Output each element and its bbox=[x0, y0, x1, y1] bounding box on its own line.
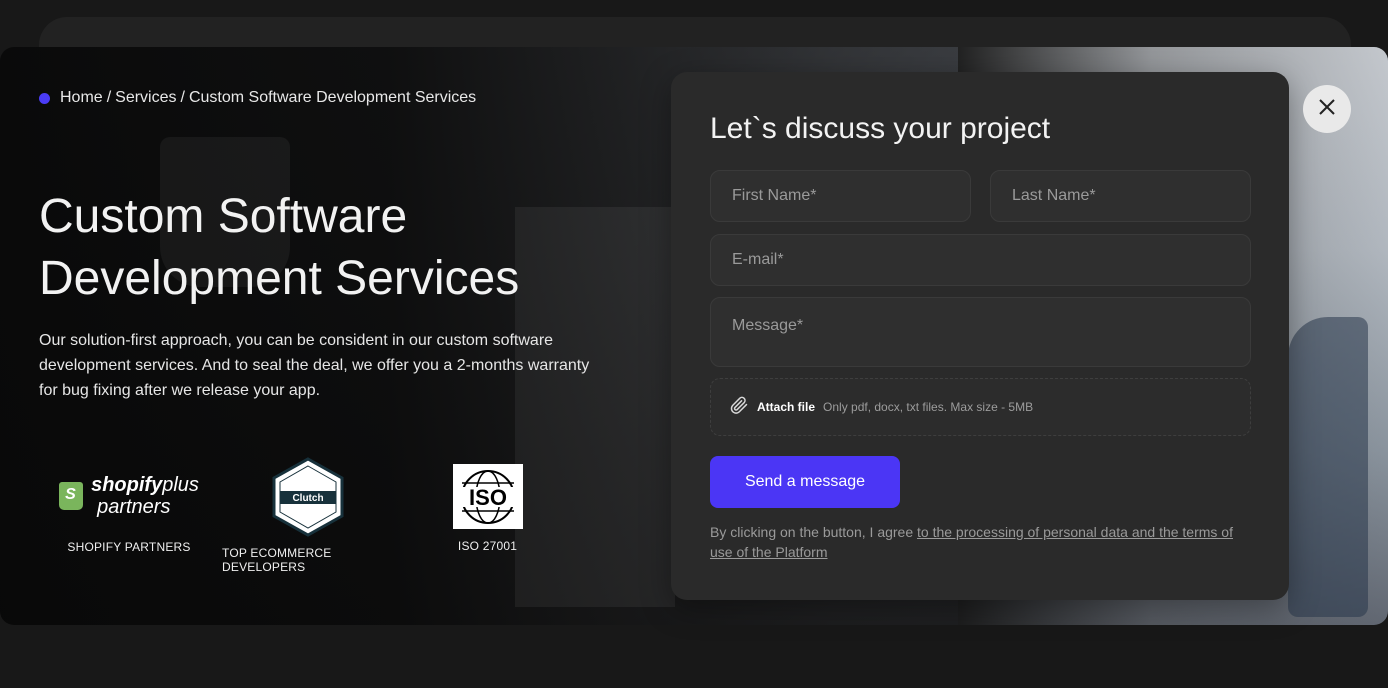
badge-caption: ISO 27001 bbox=[457, 539, 518, 553]
clutch-logo-text: Clutch bbox=[292, 493, 323, 504]
shopify-plus-logo: shopifyplus partners bbox=[59, 460, 199, 532]
dot-icon bbox=[39, 92, 50, 104]
attach-file-label[interactable]: Attach file bbox=[757, 400, 815, 414]
email-input[interactable] bbox=[730, 250, 1231, 270]
close-icon bbox=[1317, 97, 1337, 122]
contact-form-panel: Let`s discuss your project Attach file O… bbox=[671, 72, 1289, 600]
shopify-partners-badge: shopifyplus partners SHOPIFY PARTNERS bbox=[55, 460, 203, 554]
breadcrumb-current: Custom Software Development Services bbox=[188, 89, 477, 106]
email-field[interactable] bbox=[710, 234, 1251, 286]
shopify-plus-text: plus bbox=[162, 474, 199, 496]
page-title-line1: Custom Software bbox=[39, 190, 408, 243]
last-name-input[interactable] bbox=[1010, 186, 1231, 206]
attach-file-hint: Only pdf, docx, txt files. Max size - 5M… bbox=[823, 400, 1034, 414]
send-message-button[interactable]: Send a message bbox=[710, 456, 900, 508]
shopify-bag-icon bbox=[59, 482, 84, 510]
consent-prefix: By clicking on the button, I agree bbox=[710, 524, 918, 540]
badge-caption: TOP ECOMMERCE DEVELOPERS bbox=[222, 546, 332, 574]
message-field[interactable] bbox=[710, 297, 1251, 367]
clutch-logo: Clutch bbox=[271, 456, 345, 538]
iso-logo-text: ISO bbox=[469, 485, 507, 510]
consent-text: By clicking on the button, I agree to th… bbox=[710, 522, 1255, 562]
background-chair bbox=[1288, 317, 1368, 617]
breadcrumb-home[interactable]: Home bbox=[60, 89, 103, 107]
page-title: Custom Software Development Services bbox=[39, 186, 639, 310]
first-name-input[interactable] bbox=[730, 186, 951, 206]
shopify-logo-text: shopify bbox=[91, 474, 163, 496]
page-title-line2: Development Services bbox=[39, 252, 520, 305]
attach-file-dropzone[interactable]: Attach file Only pdf, docx, txt files. M… bbox=[710, 378, 1251, 436]
badge-caption: SHOPIFY PARTNERS bbox=[67, 540, 191, 554]
breadcrumb-separator: / bbox=[106, 89, 112, 106]
message-input[interactable] bbox=[730, 315, 1231, 359]
iso-logo: ISO bbox=[452, 464, 523, 529]
breadcrumb-separator: / bbox=[180, 89, 185, 106]
paperclip-icon bbox=[729, 395, 749, 420]
breadcrumb: Home / Services / Custom Software Develo… bbox=[39, 88, 476, 108]
breadcrumb-services[interactable]: Services bbox=[115, 89, 176, 107]
shopify-partners-text: partners bbox=[97, 496, 171, 518]
hero-description: Our solution-first approach, you can be … bbox=[39, 332, 590, 399]
last-name-field[interactable] bbox=[990, 170, 1251, 222]
first-name-field[interactable] bbox=[710, 170, 971, 222]
clutch-badge: Clutch TOP ECOMMERCE DEVELOPERS bbox=[222, 457, 394, 574]
close-button[interactable] bbox=[1303, 85, 1351, 133]
form-title: Let`s discuss your project bbox=[710, 112, 1051, 145]
iso-badge: ISO ISO 27001 bbox=[440, 460, 535, 553]
